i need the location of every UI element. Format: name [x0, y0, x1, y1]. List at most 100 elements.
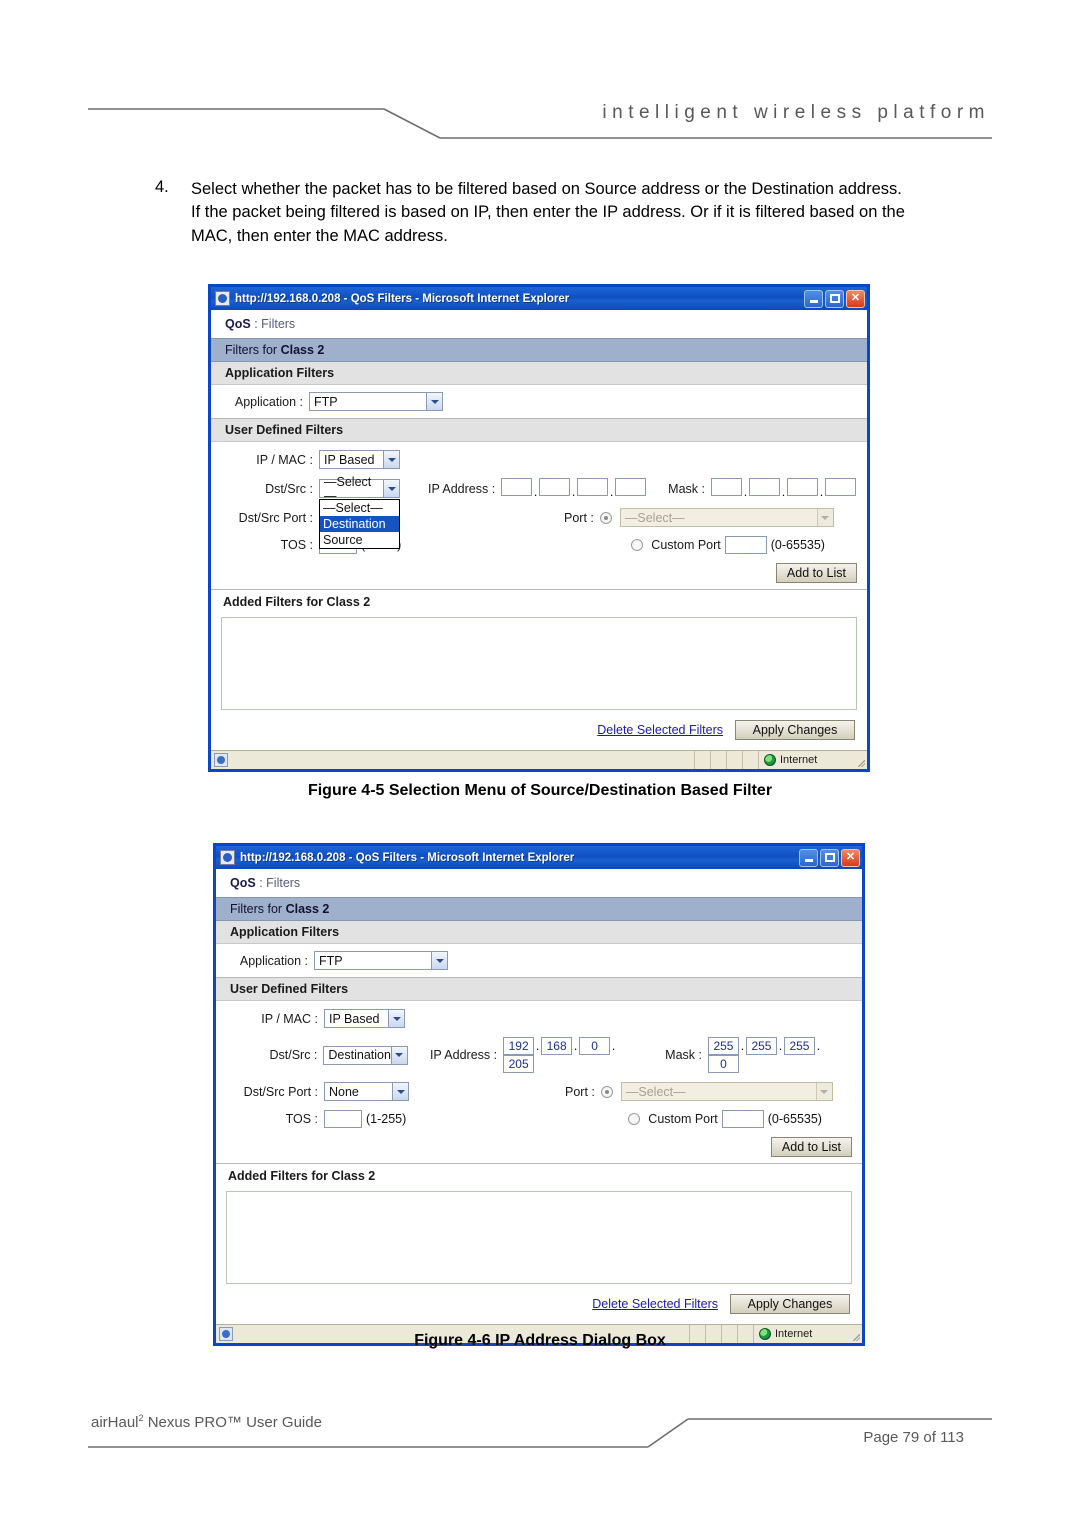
ip-dot-1: .: [535, 1039, 540, 1053]
port-select[interactable]: —Select—: [619, 508, 834, 527]
ip-octet-3[interactable]: [577, 478, 609, 496]
add-to-list-button[interactable]: Add to List: [770, 1137, 852, 1157]
window-controls[interactable]: ✕: [799, 848, 860, 867]
port-select-radio[interactable]: [599, 511, 612, 524]
ip-octet-1[interactable]: [501, 478, 533, 496]
dropdown-option-source[interactable]: Source: [320, 532, 399, 548]
port-label: Port :: [565, 1084, 595, 1099]
ipmac-select[interactable]: IP Based: [324, 1009, 405, 1028]
ip-octet-4[interactable]: [615, 478, 647, 496]
tos-input[interactable]: [324, 1110, 362, 1128]
minimize-icon: [805, 858, 813, 862]
status-page-icon: [214, 753, 228, 767]
port-select[interactable]: —Select—: [620, 1082, 833, 1101]
dstsrc-port-select[interactable]: None: [324, 1082, 409, 1101]
mask-dot-1: .: [743, 485, 748, 499]
dstsrc-port-label: Dst/Src Port :: [238, 510, 313, 525]
mask-octet-2[interactable]: 255: [745, 1037, 777, 1055]
apply-changes-button[interactable]: Apply Changes: [730, 1294, 850, 1314]
ip-octet-3[interactable]: 0: [579, 1037, 611, 1055]
class-header-value: Class 2: [285, 902, 330, 916]
dstsrc-select[interactable]: Destination: [323, 1045, 408, 1065]
ipmac-select[interactable]: IP Based: [319, 450, 400, 469]
maximize-icon: [830, 293, 840, 303]
custom-port-input[interactable]: [724, 536, 767, 554]
breadcrumb-root[interactable]: QoS: [225, 317, 251, 331]
dropdown-option-select[interactable]: —Select—: [320, 500, 399, 516]
mask-dot-1: .: [740, 1039, 745, 1053]
mask-octet-3[interactable]: [786, 478, 818, 496]
security-zone-label: Internet: [780, 754, 818, 766]
ip-octet-4[interactable]: 205: [503, 1055, 535, 1073]
breadcrumb-root[interactable]: QoS: [230, 876, 256, 890]
added-filters-listbox[interactable]: [221, 617, 857, 710]
title-bar[interactable]: http://192.168.0.208 - QoS Filters - Mic…: [211, 287, 867, 310]
chevron-down-icon: [392, 1083, 408, 1100]
mask-octet-4[interactable]: [824, 478, 856, 496]
port-select-radio[interactable]: [600, 1085, 613, 1098]
window-title: http://192.168.0.208 - QoS Filters - Mic…: [235, 292, 570, 305]
mask-octets[interactable]: ...: [710, 478, 856, 499]
ip-address-label: IP Address :: [429, 1048, 498, 1062]
application-select[interactable]: FTP: [314, 951, 448, 970]
add-to-list-button[interactable]: Add to List: [775, 563, 857, 583]
window-title: http://192.168.0.208 - QoS Filters - Mic…: [240, 851, 575, 864]
mask-dot-2: .: [781, 485, 786, 499]
window-action-row: Delete Selected Filters Apply Changes: [216, 1284, 862, 1324]
application-label: Application :: [234, 394, 303, 409]
delete-selected-filters-link[interactable]: Delete Selected Filters: [592, 1297, 718, 1311]
mask-octet-4[interactable]: 0: [707, 1055, 739, 1073]
added-filters-listbox[interactable]: [226, 1191, 852, 1284]
mask-octet-1[interactable]: [710, 478, 742, 496]
minimize-button[interactable]: [804, 289, 823, 308]
section-user-defined-filters: User Defined Filters: [216, 978, 862, 1001]
custom-port-input[interactable]: [721, 1110, 764, 1128]
application-label: Application :: [239, 953, 308, 968]
title-bar[interactable]: http://192.168.0.208 - QoS Filters - Mic…: [216, 846, 862, 869]
ip-octet-1[interactable]: 192: [503, 1037, 535, 1055]
dropdown-option-destination[interactable]: Destination: [320, 516, 399, 532]
browser-window-figure-4-5[interactable]: http://192.168.0.208 - QoS Filters - Mic…: [208, 284, 870, 772]
mask-octet-2[interactable]: [748, 478, 780, 496]
application-filters-panel: Application : FTP: [211, 385, 867, 419]
apply-changes-button[interactable]: Apply Changes: [735, 720, 855, 740]
status-cell-2: [711, 751, 727, 769]
footer-left-pre: airHaul: [91, 1414, 139, 1431]
maximize-button[interactable]: [820, 848, 839, 867]
ipmac-select-value: IP Based: [324, 452, 375, 467]
ip-address-octets[interactable]: ...: [501, 478, 647, 499]
status-cell-3: [727, 751, 743, 769]
delete-selected-filters-link[interactable]: Delete Selected Filters: [597, 723, 723, 737]
section-application-filters: Application Filters: [216, 921, 862, 944]
minimize-button[interactable]: [799, 848, 818, 867]
resize-grip[interactable]: [855, 751, 867, 769]
chevron-down-icon: [388, 1010, 404, 1027]
dstsrc-dropdown-list[interactable]: —Select— Destination Source: [319, 499, 400, 549]
mask-label: Mask :: [668, 481, 705, 496]
security-zone[interactable]: Internet: [759, 751, 855, 769]
add-to-list-row: Add to List: [221, 563, 857, 583]
mask-octets[interactable]: 255. 255. 255.0: [707, 1037, 852, 1073]
tos-label: TOS :: [280, 538, 313, 552]
add-to-list-row: Add to List: [226, 1137, 852, 1157]
ip-octet-2[interactable]: 168: [541, 1037, 573, 1055]
browser-window-figure-4-6[interactable]: http://192.168.0.208 - QoS Filters - Mic…: [213, 843, 865, 1346]
chevron-down-icon: [816, 509, 833, 526]
ip-address-octets[interactable]: 192. 168. 0.205: [503, 1037, 647, 1073]
custom-port-radio[interactable]: [631, 539, 644, 551]
mask-octet-3[interactable]: 255: [783, 1037, 815, 1055]
application-select[interactable]: FTP: [309, 392, 443, 411]
mask-octet-1[interactable]: 255: [707, 1037, 739, 1055]
close-button[interactable]: ✕: [846, 289, 865, 308]
window-controls[interactable]: ✕: [804, 289, 865, 308]
custom-port-radio[interactable]: [628, 1113, 641, 1125]
ip-octet-2[interactable]: [539, 478, 571, 496]
footer-left-post: Nexus PRO™ User Guide: [143, 1414, 322, 1431]
ipmac-select-value: IP Based: [329, 1011, 380, 1026]
user-defined-filters-panel: IP / MAC : IP Based Dst/Src : Destinatio…: [216, 1001, 862, 1164]
chevron-down-icon: [426, 393, 442, 410]
dstsrc-select[interactable]: —Select— —Select— Destination Source: [319, 475, 400, 549]
ip-dot-3: .: [609, 485, 614, 499]
close-button[interactable]: ✕: [841, 848, 860, 867]
maximize-button[interactable]: [825, 289, 844, 308]
